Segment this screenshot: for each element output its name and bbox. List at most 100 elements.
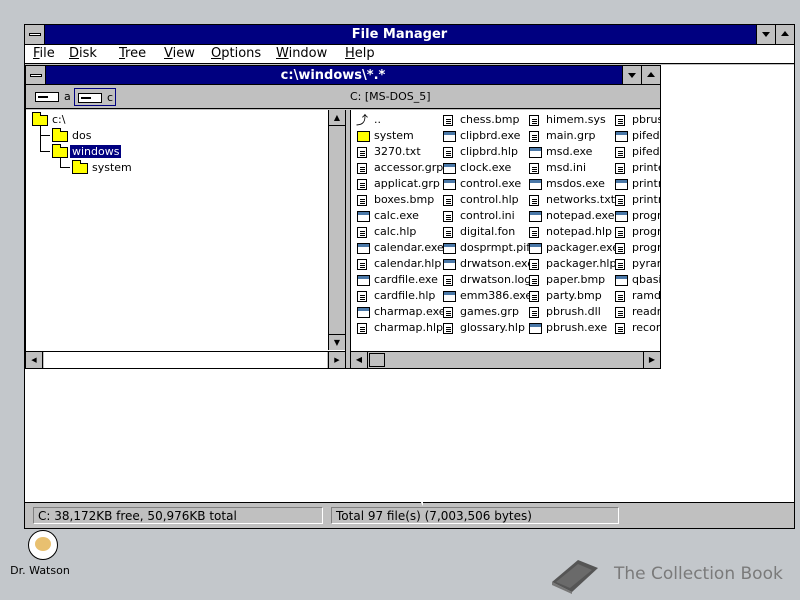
program-icon xyxy=(529,323,542,334)
menu-view[interactable]: View xyxy=(164,46,195,61)
program-icon xyxy=(357,275,370,286)
file-item[interactable]: calc.hlp xyxy=(355,224,441,240)
file-name: control.hlp xyxy=(460,193,519,206)
menu-options[interactable]: Options xyxy=(211,46,261,61)
file-item[interactable]: 3270.txt xyxy=(355,144,441,160)
file-item[interactable]: emm386.exe xyxy=(441,288,532,304)
system-menu-button[interactable] xyxy=(25,25,45,44)
app-titlebar[interactable]: File Manager xyxy=(25,25,794,45)
drive-c[interactable]: c xyxy=(74,88,116,106)
scroll-thumb[interactable] xyxy=(369,353,385,367)
file-item[interactable]: digital.fon xyxy=(441,224,527,240)
file-item[interactable]: drwatson.exe xyxy=(441,256,534,272)
file-item[interactable]: .. xyxy=(355,111,441,128)
scroll-right-arrow-icon[interactable]: ▶ xyxy=(643,352,660,368)
file-item[interactable]: control.ini xyxy=(441,208,527,224)
file-item[interactable]: main.grp xyxy=(527,128,613,144)
file-item[interactable]: clipbrd.hlp xyxy=(441,144,527,160)
scroll-down-arrow-icon[interactable]: ▼ xyxy=(329,334,345,350)
child-maximize-button[interactable] xyxy=(641,66,660,84)
file-item[interactable]: himem.sys xyxy=(527,112,613,128)
file-item[interactable]: notepad.exe xyxy=(527,208,615,224)
file-item[interactable]: msd.exe xyxy=(527,144,613,160)
file-item[interactable]: qbasic xyxy=(613,272,660,288)
file-item[interactable]: pifedit xyxy=(613,144,660,160)
dr-watson-desktop-icon[interactable]: Dr. Watson xyxy=(8,530,72,580)
scroll-left-arrow-icon[interactable]: ◀ xyxy=(351,352,368,368)
menu-tree[interactable]: Tree xyxy=(119,46,146,61)
file-item[interactable]: ramdr xyxy=(613,288,660,304)
file-item[interactable]: control.exe xyxy=(441,176,527,192)
tree-item-system[interactable]: system xyxy=(70,160,190,176)
file-item[interactable]: paper.bmp xyxy=(527,272,613,288)
file-item[interactable]: clipbrd.exe xyxy=(441,128,527,144)
child-system-menu-button[interactable] xyxy=(26,66,46,84)
file-item[interactable]: party.bmp xyxy=(527,288,613,304)
file-item[interactable]: printm xyxy=(613,176,660,192)
file-name: calendar.exe xyxy=(374,241,444,254)
document-icon xyxy=(357,259,367,270)
file-item[interactable]: pbrush xyxy=(613,112,660,128)
scroll-right-arrow-icon[interactable]: ▶ xyxy=(328,352,345,368)
mdi-workspace: c:\windows\*.* a c C: [MS-DOS_5] c:\ dos… xyxy=(25,65,794,502)
file-item[interactable]: printm xyxy=(613,192,660,208)
file-item[interactable]: record xyxy=(613,320,660,336)
file-item[interactable]: packager.exe xyxy=(527,240,619,256)
file-item[interactable]: printer xyxy=(613,160,660,176)
file-item[interactable]: control.hlp xyxy=(441,192,527,208)
scroll-up-arrow-icon[interactable]: ▲ xyxy=(329,110,345,126)
file-item[interactable]: msdos.exe xyxy=(527,176,613,192)
menu-window[interactable]: Window xyxy=(276,46,327,61)
file-item[interactable]: boxes.bmp xyxy=(355,192,441,208)
file-item[interactable]: charmap.exe xyxy=(355,304,446,320)
program-icon xyxy=(529,147,542,158)
minimize-button[interactable] xyxy=(756,25,775,44)
file-item[interactable]: calendar.exe xyxy=(355,240,444,256)
file-item[interactable]: progm xyxy=(613,240,660,256)
child-minimize-button[interactable] xyxy=(622,66,641,84)
file-item[interactable]: pyram xyxy=(613,256,660,272)
menu-help[interactable]: Help xyxy=(345,46,375,61)
drive-a[interactable]: a xyxy=(32,88,74,106)
file-item[interactable]: chess.bmp xyxy=(441,112,527,128)
file-item[interactable]: charmap.hlp xyxy=(355,320,443,336)
file-item[interactable]: glossary.hlp xyxy=(441,320,527,336)
file-item[interactable]: clock.exe xyxy=(441,160,527,176)
file-item[interactable]: pbrush.exe xyxy=(527,320,613,336)
file-item[interactable]: cardfile.hlp xyxy=(355,288,441,304)
menu-disk[interactable]: Disk xyxy=(69,46,97,61)
maximize-button[interactable] xyxy=(775,25,794,44)
tree-horizontal-scrollbar[interactable]: ◀ ▶ xyxy=(26,351,345,368)
file-item[interactable]: dosprmpt.pif xyxy=(441,240,530,256)
file-item[interactable]: progm xyxy=(613,224,660,240)
folder-icon xyxy=(32,112,48,126)
file-item[interactable]: games.grp xyxy=(441,304,527,320)
file-item[interactable]: pifedit xyxy=(613,128,660,144)
file-item[interactable]: pbrush.dll xyxy=(527,304,613,320)
file-item[interactable]: progm xyxy=(613,208,660,224)
menu-file[interactable]: File xyxy=(33,46,55,61)
scroll-track[interactable] xyxy=(44,352,327,368)
file-item[interactable]: accessor.grp xyxy=(355,160,443,176)
file-item[interactable]: calendar.hlp xyxy=(355,256,441,272)
file-item[interactable]: notepad.hlp xyxy=(527,224,613,240)
tree-vertical-scrollbar[interactable]: ▲ ▼ xyxy=(328,110,345,350)
file-item[interactable]: networks.txt xyxy=(527,192,615,208)
file-item[interactable]: packager.hlp xyxy=(527,256,616,272)
tree-item-root[interactable]: c:\ xyxy=(30,112,150,128)
tree-item-windows[interactable]: windows xyxy=(50,144,170,160)
file-item[interactable]: msd.ini xyxy=(527,160,613,176)
file-item[interactable]: applicat.grp xyxy=(355,176,441,192)
file-item[interactable]: drwatson.log xyxy=(441,272,531,288)
directory-titlebar[interactable]: c:\windows\*.* xyxy=(26,66,660,85)
file-item[interactable]: cardfile.exe xyxy=(355,272,441,288)
scroll-left-arrow-icon[interactable]: ◀ xyxy=(26,352,43,368)
list-horizontal-scrollbar[interactable]: ◀ ▶ xyxy=(351,351,660,368)
file-item[interactable]: system xyxy=(355,128,441,144)
file-item[interactable]: calc.exe xyxy=(355,208,441,224)
file-item[interactable]: readm xyxy=(613,304,660,320)
open-folder-icon xyxy=(52,144,68,158)
tree-item-dos[interactable]: dos xyxy=(50,128,170,144)
disk-free-status: C: 38,172KB free, 50,976KB total xyxy=(33,507,323,524)
drive-c-label: c xyxy=(107,91,114,104)
